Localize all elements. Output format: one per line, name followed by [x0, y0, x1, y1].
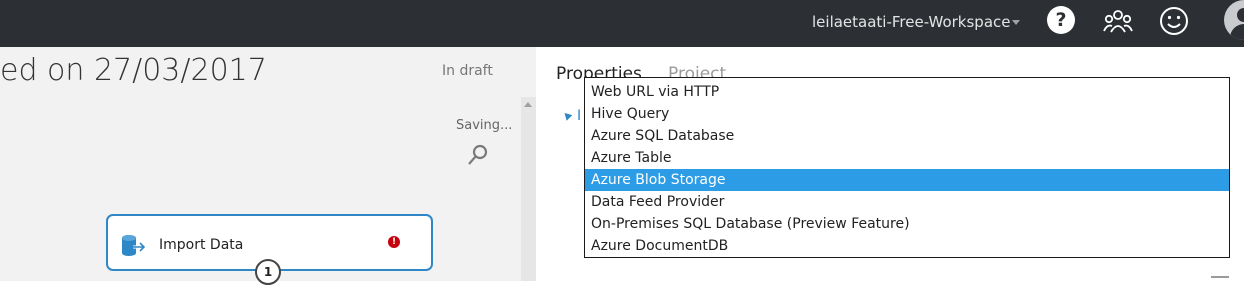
error-icon[interactable]: !	[388, 236, 400, 248]
top-bar: leilaetaati-Free-Workspace ?	[0, 0, 1244, 47]
saving-indicator: Saving...	[456, 118, 513, 133]
search-icon[interactable]	[466, 143, 490, 171]
avatar[interactable]	[1224, 0, 1244, 40]
vertical-scrollbar[interactable]	[521, 97, 536, 281]
help-icon[interactable]: ?	[1047, 6, 1075, 34]
dropdown-option[interactable]: Azure SQL Database	[585, 125, 1229, 147]
module-label: Import Data	[159, 237, 244, 253]
panel-divider	[1211, 276, 1229, 278]
dropdown-option-selected[interactable]: Azure Blob Storage	[585, 169, 1229, 191]
output-port-badge[interactable]: 1	[255, 259, 281, 285]
scroll-up-icon[interactable]	[524, 102, 532, 107]
status-badge: In draft	[442, 63, 493, 79]
database-import-icon	[120, 234, 148, 262]
dropdown-option[interactable]: On-Premises SQL Database (Preview Featur…	[585, 213, 1229, 235]
community-icon[interactable]	[1103, 8, 1133, 38]
page-title: ed on 27/03/2017	[0, 53, 267, 88]
chevron-down-icon[interactable]	[1012, 20, 1020, 25]
tree-node-label: I	[577, 108, 582, 124]
data-source-dropdown-list[interactable]: Web URL via HTTP Hive Query Azure SQL Da…	[584, 77, 1230, 258]
avatar-body	[1230, 24, 1244, 40]
dropdown-option[interactable]: Azure Table	[585, 147, 1229, 169]
smiley-icon[interactable]	[1158, 5, 1190, 41]
dropdown-option[interactable]: Web URL via HTTP	[585, 81, 1229, 103]
avatar-head	[1237, 8, 1244, 22]
workspace-selector[interactable]: leilaetaati-Free-Workspace	[812, 13, 1011, 31]
dropdown-option[interactable]: Azure DocumentDB	[585, 235, 1229, 257]
dropdown-option[interactable]: Data Feed Provider	[585, 191, 1229, 213]
dropdown-option[interactable]: Hive Query	[585, 103, 1229, 125]
